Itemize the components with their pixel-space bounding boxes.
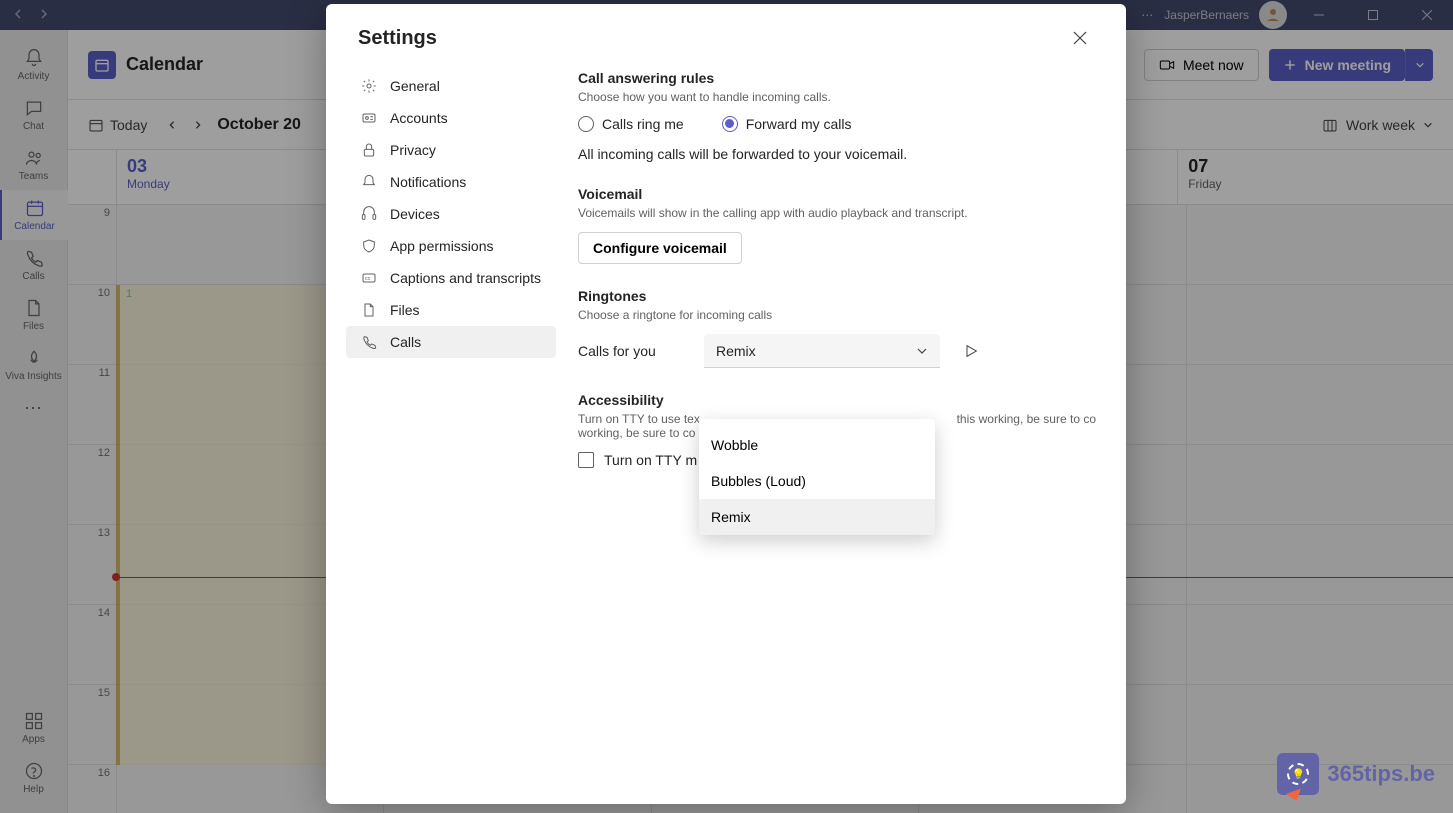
play-ringtone-button[interactable] [960,340,982,362]
dropdown-item-bubbles[interactable]: Bubbles (Loud) [699,463,935,499]
tty-checkbox[interactable] [578,452,594,468]
settings-nav: General Accounts Privacy Notifications D… [346,62,556,784]
svg-text:cc: cc [365,276,371,282]
nav-permissions[interactable]: App permissions [346,230,556,262]
radio-calls-ring[interactable]: Calls ring me [578,116,684,132]
dropdown-item-wobble[interactable]: Wobble [699,427,935,463]
lock-icon [360,142,378,158]
nav-captions[interactable]: ccCaptions and transcripts [346,262,556,294]
watermark-text: 365tips.be [1327,761,1435,787]
ringtone-select[interactable]: Remix [704,334,940,368]
dropdown-item-remix[interactable]: Remix [699,499,935,535]
chevron-down-icon [916,345,928,357]
section-title: Call answering rules [578,70,1096,86]
section-title: Voicemail [578,186,1096,202]
watermark: 💡 365tips.be [1277,753,1435,795]
forward-info: All incoming calls will be forwarded to … [578,146,1096,162]
section-desc: Choose a ringtone for incoming calls [578,308,1096,322]
nav-devices[interactable]: Devices [346,198,556,230]
modal-title: Settings [358,27,437,50]
nav-general[interactable]: General [346,70,556,102]
nav-privacy[interactable]: Privacy [346,134,556,166]
nav-notifications[interactable]: Notifications [346,166,556,198]
headset-icon [360,206,378,222]
configure-voicemail-button[interactable]: Configure voicemail [578,232,742,264]
gear-icon [360,78,378,94]
section-title: Ringtones [578,288,1096,304]
close-button[interactable] [1066,24,1094,52]
section-title: Accessibility [578,392,1096,408]
file-icon [360,302,378,318]
accounts-icon [360,110,378,126]
settings-modal: Settings General Accounts Privacy Notifi… [326,4,1126,804]
phone-icon [360,334,378,350]
radio-icon [722,116,738,132]
ringtone-label: Calls for you [578,343,684,359]
nav-accounts[interactable]: Accounts [346,102,556,134]
ringtone-dropdown: Wobble Bubbles (Loud) Remix [699,419,935,535]
nav-calls[interactable]: Calls [346,326,556,358]
dropdown-item-clipped[interactable] [699,419,935,427]
radio-forward-calls[interactable]: Forward my calls [722,116,852,132]
watermark-icon: 💡 [1277,753,1319,795]
nav-files[interactable]: Files [346,294,556,326]
shield-icon [360,238,378,254]
tty-label: Turn on TTY m [604,452,697,468]
section-desc: Choose how you want to handle incoming c… [578,90,1096,104]
captions-icon: cc [360,270,378,286]
radio-icon [578,116,594,132]
section-desc: Voicemails will show in the calling app … [578,206,1096,220]
bell-icon [360,174,378,190]
